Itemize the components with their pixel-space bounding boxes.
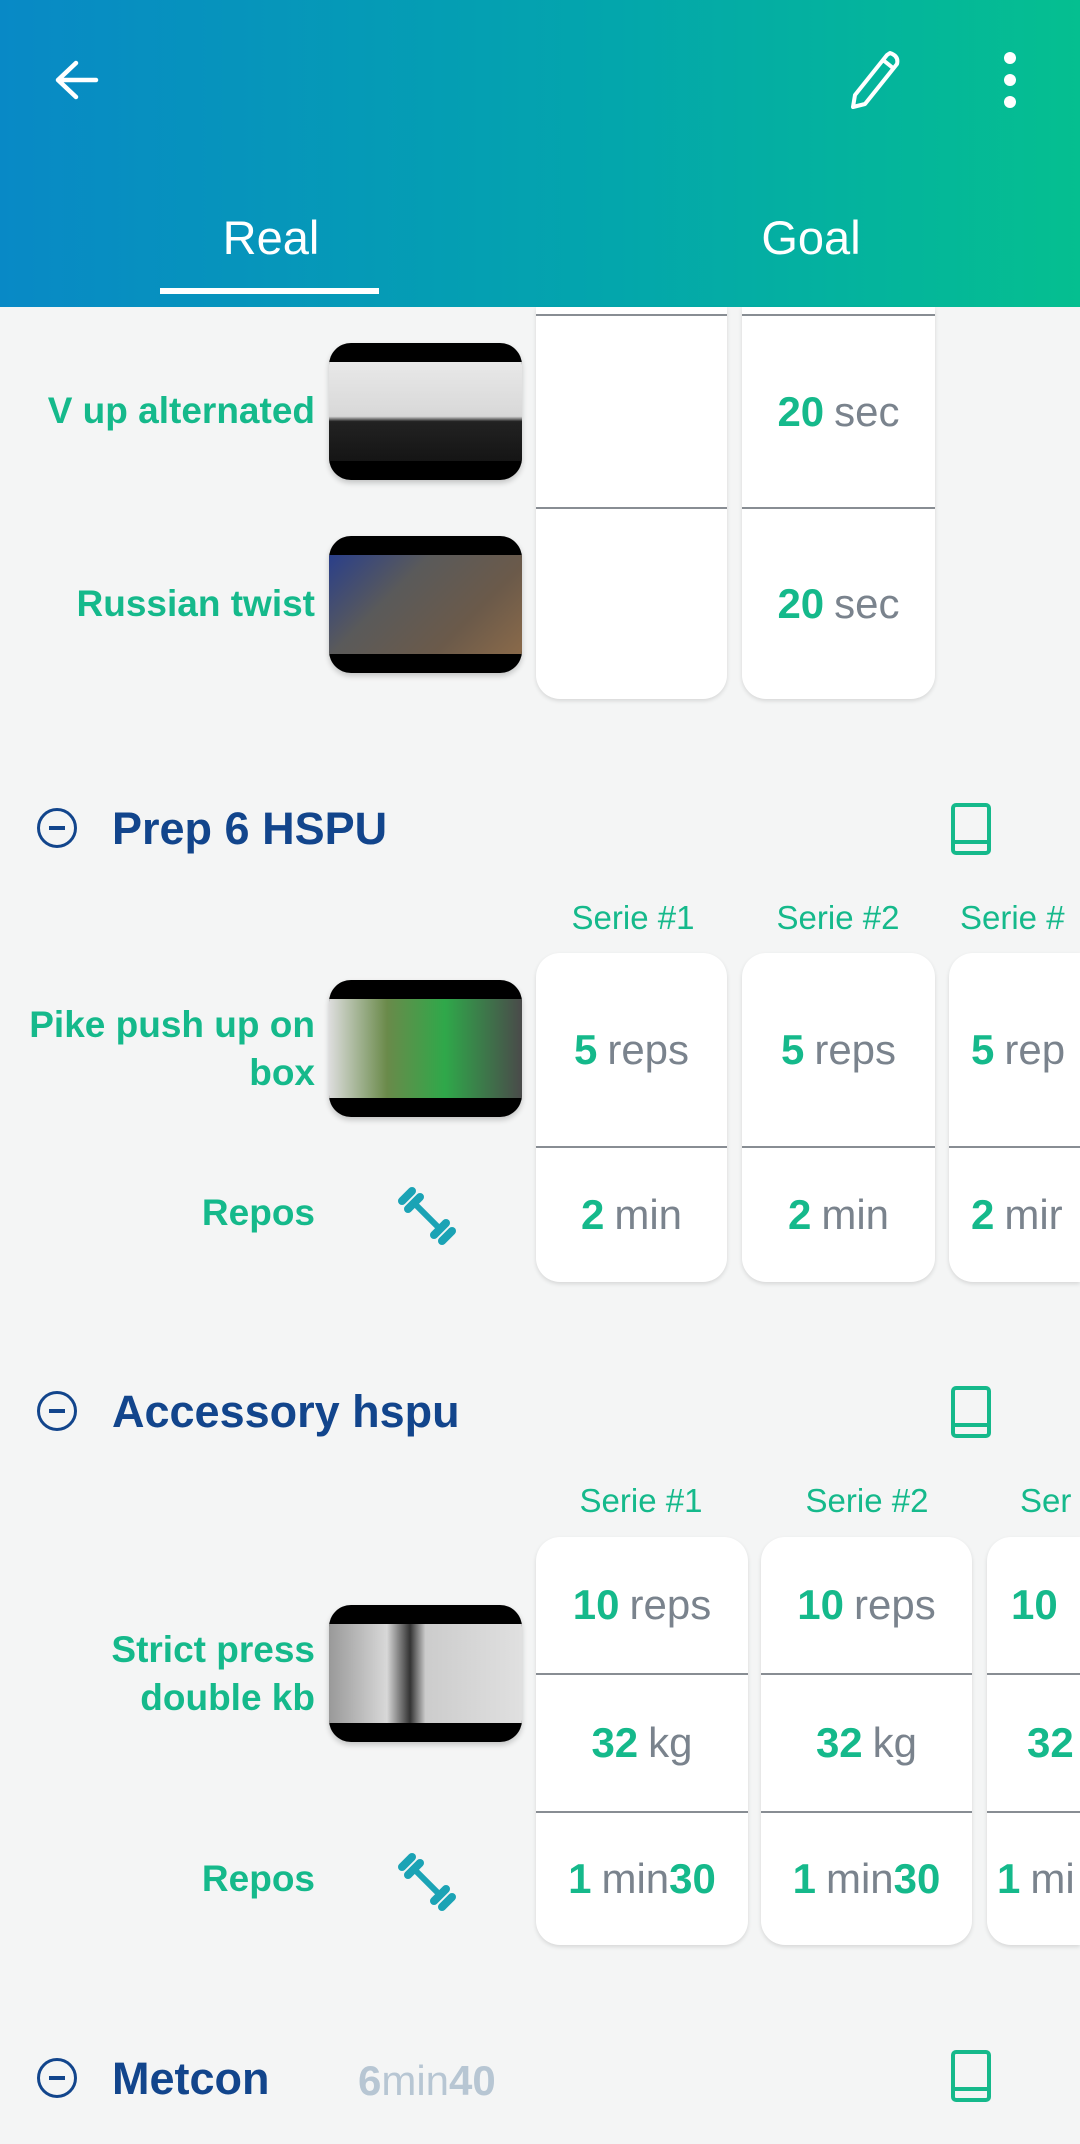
active-tab-indicator [160,288,379,294]
value-unit: reps [607,1025,690,1073]
reps-cell[interactable]: 5 rep [949,953,1080,1146]
value-number: 1 [997,1855,1021,1902]
book-icon[interactable] [951,2050,991,2102]
serie-label: Serie #1 [579,1482,703,1519]
book-icon[interactable] [951,1386,991,1438]
pencil-icon[interactable] [845,48,905,110]
serie-label: Serie #1 [571,899,695,936]
collapse-icon[interactable] [37,1391,77,1431]
app-header: Real Goal [0,0,1080,307]
serie-label: Serie # [960,899,1065,936]
series-card [536,307,727,699]
value-unit: min [821,1191,890,1238]
rest-label: Repos [201,1858,315,1899]
exercise-name[interactable]: V up alternated [0,387,315,435]
series-card: 5 reps 2 min [742,953,935,1282]
rest-cell[interactable]: 1 mi [987,1811,1080,1945]
section-duration: 6min40 [358,2057,496,2105]
value-number: 1 [792,1855,816,1902]
value-number: 5 [780,1025,805,1073]
value-unit: reps [814,1025,897,1073]
value-number: 32 [1027,1719,1074,1766]
value-number: 10 [572,1581,620,1628]
weight-cell[interactable]: 32 [987,1673,1080,1811]
exercise-name[interactable]: Russian twist [0,580,316,628]
series-card: 5 rep 2 mir [949,953,1080,1282]
reps-cell[interactable]: 10 reps [761,1537,972,1673]
series-card: 10 reps 32 kg 1 min 30 [536,1537,748,1945]
value-seconds: 30 [669,1855,716,1902]
collapse-icon[interactable] [37,808,77,848]
section-title: Accessory hspu [112,1386,460,1437]
duration-minutes: 6 [358,2057,382,2104]
value-unit: mir [1004,1191,1063,1238]
weight-cell[interactable]: 32 kg [761,1673,972,1811]
value-number: 10 [797,1581,844,1628]
exercise-thumbnail[interactable] [329,980,522,1117]
serie-label: Ser [1020,1482,1072,1519]
exercise-thumbnail[interactable] [329,343,522,480]
rest-cell[interactable]: 2 min [742,1146,935,1282]
reps-cell[interactable]: 10 reps [536,1537,748,1673]
value-number: 32 [591,1719,639,1766]
serie-label: Serie #2 [805,1482,929,1519]
series-card: 10 reps 32 kg 1 min 30 [761,1537,972,1945]
empty-cell[interactable] [536,507,727,699]
value-unit: kg [648,1719,693,1766]
value-unit: kg [872,1719,918,1766]
value-number: 2 [787,1191,812,1238]
section-title: Prep 6 HSPU [112,803,388,854]
value-cell[interactable]: 20 sec [742,314,935,507]
series-card: 20 sec 20 sec [742,307,935,699]
duration-seconds: 40 [449,2057,496,2104]
value-number: 5 [971,1025,995,1073]
value-unit: reps [629,1581,712,1628]
value-unit: sec [834,387,900,435]
rest-cell[interactable]: 1 min 30 [536,1811,748,1945]
rest-cell[interactable]: 1 min 30 [761,1811,972,1945]
value-unit: min [601,1855,670,1902]
rest-cell[interactable]: 2 mir [949,1146,1080,1282]
value-unit: mi [1030,1855,1075,1902]
exercise-name[interactable]: Pike push up on box [0,1001,315,1097]
value-unit: reps [854,1581,936,1628]
book-icon[interactable] [951,803,991,855]
value-seconds: 30 [893,1855,941,1902]
tab-real[interactable]: Real [121,210,421,265]
serie-label: Serie #2 [776,899,900,936]
value-number: 20 [777,387,825,435]
value-number: 2 [971,1191,995,1238]
value-unit: min [825,1855,894,1902]
reps-cell[interactable]: 10 [987,1537,1080,1673]
value-number: 10 [1011,1581,1058,1628]
value-unit: sec [834,580,900,627]
value-cell[interactable]: 20 sec [742,507,935,699]
rest-cell[interactable]: 2 min [536,1146,727,1282]
value-number: 5 [573,1025,598,1073]
back-arrow-icon[interactable] [52,55,102,105]
reps-cell[interactable]: 5 reps [536,953,727,1146]
series-card: 10 32 1 mi [987,1537,1080,1945]
exercise-thumbnail[interactable] [329,1605,522,1742]
duration-unit: min [381,2057,450,2104]
exercise-thumbnail[interactable] [329,536,522,673]
dumbbell-icon [398,1187,456,1245]
section-title: Metcon [112,2053,270,2104]
value-number: 2 [580,1191,605,1238]
series-card: 5 reps 2 min [536,953,727,1282]
tab-goal[interactable]: Goal [661,210,961,265]
more-vertical-icon[interactable] [998,50,1022,110]
empty-cell[interactable] [536,314,727,507]
value-unit: min [614,1191,683,1238]
value-unit: rep [1004,1025,1066,1073]
value-number: 32 [815,1719,863,1766]
rest-label: Repos [201,1192,315,1233]
collapse-icon[interactable] [37,2058,77,2098]
weight-cell[interactable]: 32 kg [536,1673,748,1811]
reps-cell[interactable]: 5 reps [742,953,935,1146]
exercise-name[interactable]: Strict press double kb [65,1626,315,1722]
dumbbell-icon [398,1853,456,1911]
value-number: 20 [777,580,825,627]
value-number: 1 [568,1855,592,1902]
